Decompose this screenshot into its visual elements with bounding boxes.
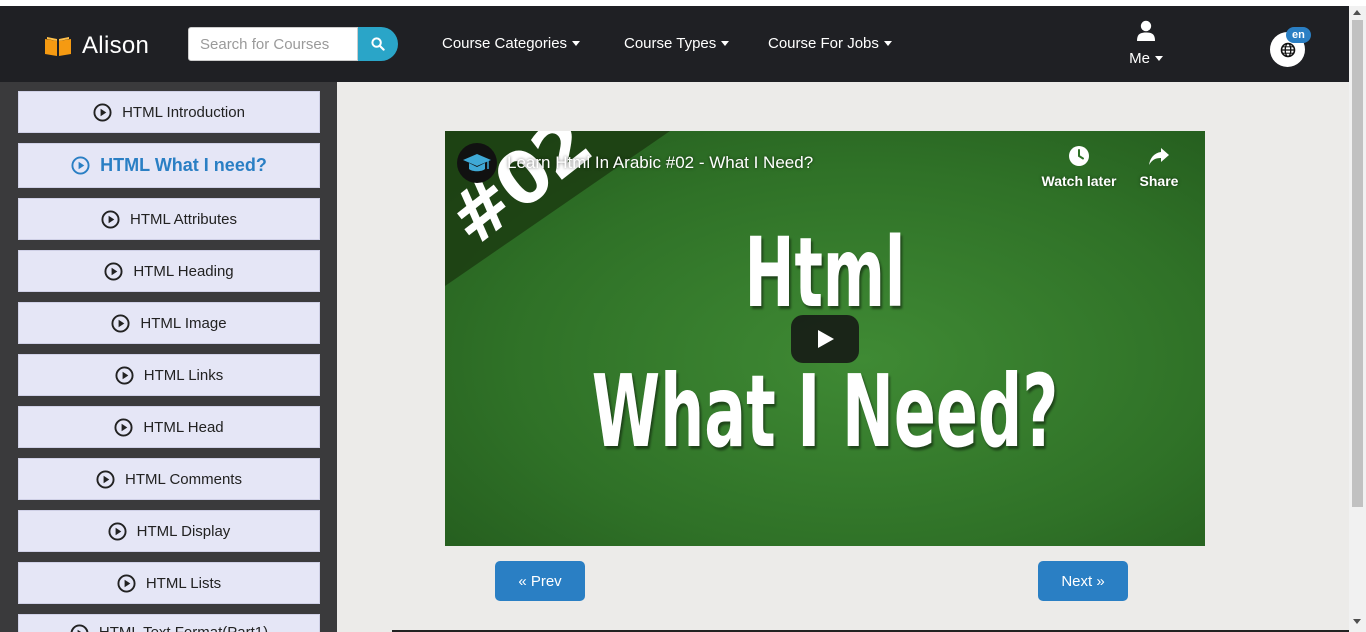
lesson-item[interactable]: HTML Heading: [18, 250, 320, 292]
lesson-item[interactable]: HTML Image: [18, 302, 320, 344]
share-label: Share: [1139, 173, 1179, 189]
scroll-up-arrow-icon[interactable]: [1353, 10, 1361, 15]
play-icon: [818, 330, 834, 348]
lesson-label: HTML Introduction: [122, 103, 245, 121]
language-badge: en: [1286, 27, 1311, 43]
clock-icon: [1069, 146, 1089, 166]
scrollbar-thumb[interactable]: [1352, 20, 1363, 507]
watch-later-button[interactable]: Watch later: [1039, 145, 1119, 189]
lesson-label: HTML Heading: [133, 262, 234, 280]
nav-course-categories[interactable]: Course Categories: [442, 35, 581, 52]
search-button[interactable]: [358, 27, 398, 61]
video-player[interactable]: #02 Learn Html In Arabic #02 - What I Ne…: [445, 131, 1205, 546]
search-icon: [371, 37, 385, 51]
book-icon: [45, 37, 71, 56]
lesson-item[interactable]: HTML Text Format(Part1): [18, 614, 320, 632]
lesson-item[interactable]: HTML Comments: [18, 458, 320, 500]
caret-down-icon: [572, 41, 581, 46]
share-arrow-icon: [1149, 148, 1169, 165]
navbar: Alison Course Categories Course Types Co…: [0, 6, 1349, 82]
user-menu-label: Me: [1129, 50, 1150, 67]
lesson-item[interactable]: HTML Head: [18, 406, 320, 448]
play-circle-icon: [93, 102, 112, 122]
lesson-label: HTML Lists: [145, 574, 222, 592]
caret-down-icon: [883, 41, 892, 46]
scroll-down-arrow-icon[interactable]: [1353, 619, 1361, 624]
lesson-label: HTML Display: [136, 522, 231, 540]
play-circle-icon: [114, 417, 133, 437]
thumbnail-heading-line1: Html: [744, 217, 906, 329]
search-bar: [188, 27, 398, 61]
nav-course-for-jobs[interactable]: Course For Jobs: [768, 35, 892, 52]
user-menu[interactable]: Me: [1126, 20, 1166, 67]
lesson-item[interactable]: HTML Introduction: [18, 91, 320, 133]
lesson-item-active[interactable]: HTML What I need?: [18, 143, 320, 188]
thumbnail-heading-line2: What I Need?: [591, 353, 1059, 470]
next-button[interactable]: Next »: [1038, 561, 1128, 601]
share-button[interactable]: Share: [1119, 145, 1199, 189]
prev-button[interactable]: « Prev: [495, 561, 585, 601]
nav-course-categories-label: Course Categories: [442, 35, 568, 52]
lesson-item[interactable]: HTML Links: [18, 354, 320, 396]
user-icon: [1137, 20, 1155, 41]
nav-course-types[interactable]: Course Types: [624, 35, 730, 52]
caret-down-icon: [721, 41, 730, 46]
lesson-label: HTML What I need?: [100, 155, 267, 175]
play-circle-icon: [111, 313, 130, 333]
video-title[interactable]: Learn Html In Arabic #02 - What I Need?: [507, 153, 813, 173]
lesson-item[interactable]: HTML Display: [18, 510, 320, 552]
nav-course-for-jobs-label: Course For Jobs: [768, 35, 879, 52]
globe-icon: [1280, 42, 1295, 57]
search-input[interactable]: [188, 27, 358, 61]
channel-logo[interactable]: [457, 143, 497, 183]
lesson-label: HTML Attributes: [130, 210, 237, 228]
watch-later-label: Watch later: [1041, 173, 1117, 189]
play-circle-icon: [96, 469, 115, 489]
brand-name: Alison: [82, 32, 150, 59]
play-circle-icon: [101, 209, 120, 229]
lesson-label: HTML Links: [143, 366, 224, 384]
lesson-label: HTML Comments: [125, 470, 242, 488]
play-circle-icon: [104, 261, 123, 281]
graduation-cap-icon: [463, 154, 491, 172]
play-circle-icon: [117, 573, 136, 593]
brand-logo[interactable]: Alison: [44, 32, 149, 60]
lesson-label: HTML Head: [143, 418, 224, 436]
play-circle-icon: [108, 521, 127, 541]
lesson-label: HTML Image: [140, 314, 227, 332]
play-circle-icon: [71, 156, 90, 175]
play-button[interactable]: [791, 315, 859, 363]
lesson-label: HTML Text Format(Part1): [99, 624, 268, 632]
nav-course-types-label: Course Types: [624, 35, 717, 52]
lesson-item[interactable]: HTML Lists: [18, 562, 320, 604]
lesson-sidebar: HTML Introduction HTML What I need? HTML…: [0, 82, 337, 632]
play-circle-icon: [115, 365, 134, 385]
caret-down-icon: [1154, 56, 1163, 61]
play-circle-icon: [70, 624, 89, 632]
lesson-item[interactable]: HTML Attributes: [18, 198, 320, 240]
